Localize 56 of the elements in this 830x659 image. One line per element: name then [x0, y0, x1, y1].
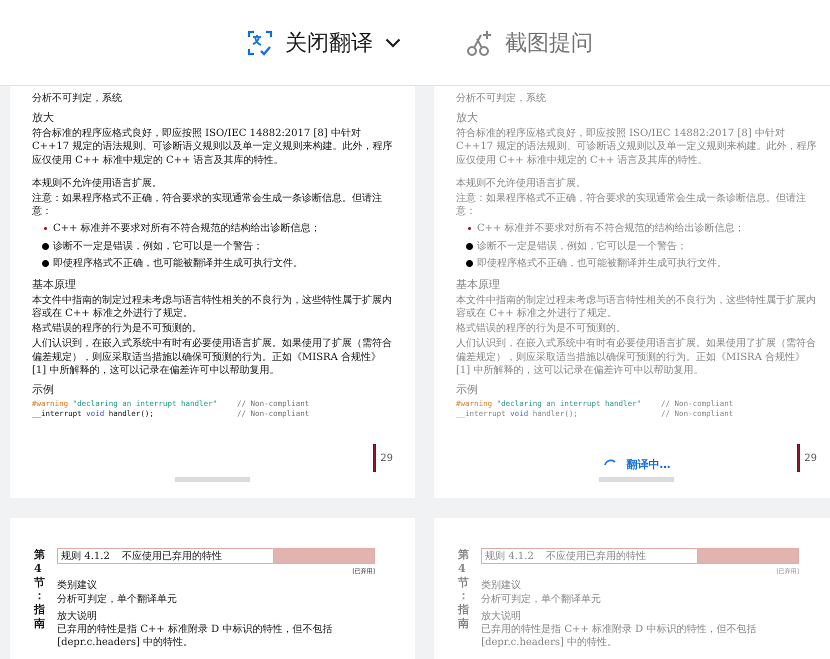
- paragraph: 类别建议: [57, 580, 98, 592]
- bullet-icon: [42, 260, 49, 267]
- paragraph: 分析不可判定，系统: [32, 92, 123, 106]
- section-heading: 基本原理: [456, 276, 501, 292]
- section-heading: 基本原理: [32, 276, 77, 292]
- paragraph: 符合标准的程序应格式良好，即应按照 ISO/IEC 14882:2017 [8] 中针对 C++17 规定的语法规则、可诊断语义规则以及单一定义规则来构建。此外，程序应仅使用 C++ 标准中规定的 C++ 语言及其库的特性。: [456, 127, 817, 167]
- paragraph: 注意：如果程序格式不正确，符合要求的实现通常会生成一条诊断信息。但请注意：: [32, 192, 383, 218]
- bullet-text: 即使程序格式不正确，也可能被翻译并生成可执行文件。: [477, 256, 727, 270]
- page-number: 29: [380, 452, 393, 464]
- paragraph: 本规则不允许使用语言扩展。: [456, 176, 587, 190]
- translate-icon: [247, 30, 273, 56]
- scissors-icon: [465, 28, 493, 56]
- paragraph: 本规则不允许使用语言扩展。: [32, 176, 163, 190]
- paragraph: 符合标准的程序应格式良好，即应按照 ISO/IEC 14882:2017 [8] 中针对 C++17 规定的语法规则、可诊断语义规则以及单一定义规则来构建。此外，程序应仅使用 C++ 标准中规定的 C++ 语言及其库的特性。: [32, 127, 393, 167]
- paragraph: 分析可判定，单个翻译单元: [57, 594, 178, 606]
- bullet-text: 即使程序格式不正确，也可能被翻译并生成可执行文件。: [53, 256, 303, 270]
- bullet-text: 诊断不一定是错误，例如，它可以是一个警告；: [477, 240, 687, 253]
- page-number-bar: [797, 444, 800, 472]
- screenshot-ask-button[interactable]: 截图提问: [461, 24, 597, 62]
- bullet-text: C++ 标准并不要求对所有不符合规范的结构给出诊断信息；: [477, 222, 745, 236]
- translate-toggle-button[interactable]: 关闭翻译: [243, 24, 405, 62]
- section-heading: 放大说明: [481, 610, 522, 623]
- paragraph: 已弃用的特性是指 C++ 标准附录 D 中标识的特性，但不包括 [depr.c.headers] 中的特性。: [481, 624, 758, 649]
- section-heading: 示例: [32, 382, 55, 397]
- bullet-icon: [466, 260, 473, 267]
- paragraph: 注意：如果程序格式不正确，符合要求的实现通常会生成一条诊断信息。但请注意：: [456, 192, 807, 218]
- paragraph: 分析可判定，单个翻译单元: [481, 594, 602, 606]
- section-heading: 放大说明: [57, 610, 98, 623]
- paragraph: 类别建议: [481, 580, 522, 592]
- bullet-icon: [468, 227, 471, 230]
- paragraph: 格式错误的程序的行为是不可预测的。: [32, 322, 203, 336]
- paragraph: 人们认识到，在嵌入式系统中有时有必要使用语言扩展。如果使用了扩展（需符合偏差规定），则应采取适当措施以确保可预测的行为。正如《MISRA 合规性》[1] 中所解释的，这可以记录在偏差许可中以帮助复用。: [32, 337, 393, 377]
- bullet-icon: [44, 227, 47, 230]
- bullet-text: C++ 标准并不要求对所有不符合规范的结构给出诊断信息；: [53, 222, 321, 236]
- page-number: 29: [804, 452, 817, 464]
- section-label: 第4节：指南: [34, 548, 46, 632]
- paragraph: 分析不可判定，系统: [456, 92, 547, 106]
- section-heading: 示例: [456, 382, 479, 397]
- bullet-text: 诊断不一定是错误，例如，它可以是一个警告；: [53, 240, 263, 253]
- section-heading: 放大: [456, 110, 479, 126]
- paragraph: 格式错误的程序的行为是不可预测的。: [456, 322, 627, 336]
- section-heading: 放大: [32, 110, 55, 126]
- rule-number: 规则 4.1.2: [484, 550, 535, 563]
- section-label: 第4节：指南: [458, 548, 470, 632]
- paragraph: 本文件中指南的制定过程未考虑与语言特性相关的不良行为，这些特性属于扩展内容或在 C++ 标准之外进行了规定。: [456, 294, 817, 320]
- paragraph: 已弃用的特性是指 C++ 标准附录 D 中标识的特性，但不包括 [depr.c.headers] 中的特性。: [57, 624, 334, 649]
- paragraph: 本文件中指南的制定过程未考虑与语言特性相关的不良行为，这些特性属于扩展内容或在 C++ 标准之外进行了规定。: [32, 294, 393, 320]
- bullet-icon: [42, 242, 49, 250]
- scroll-handle[interactable]: [599, 477, 674, 482]
- paragraph: 人们认识到，在嵌入式系统中有时有必要使用语言扩展。如果使用了扩展（需符合偏差规定），则应采取适当措施以确保可预测的行为。正如《MISRA 合规性》[1] 中所解释的，这可以记录在偏差许可中以帮助复用。: [456, 337, 817, 377]
- bullet-icon: [466, 242, 473, 250]
- scroll-handle[interactable]: [175, 477, 250, 482]
- rule-number: 规则 4.1.2: [60, 550, 111, 563]
- page-number-bar: [373, 444, 376, 472]
- loading-label: 翻译中…: [626, 457, 670, 472]
- chevron-down-icon: [385, 38, 401, 48]
